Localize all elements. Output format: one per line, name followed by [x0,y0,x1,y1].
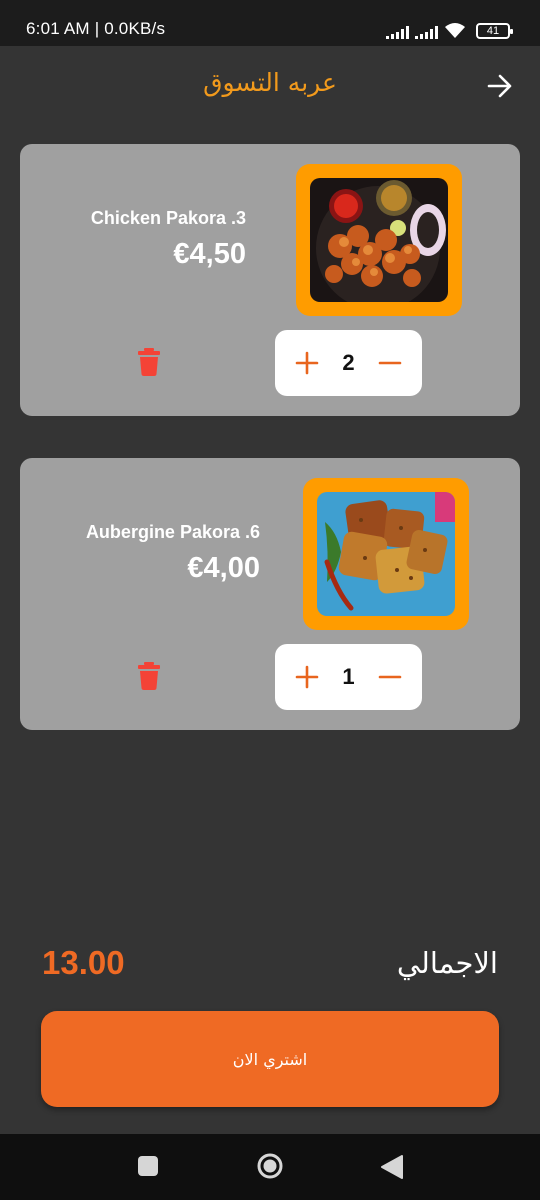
recent-apps-icon[interactable] [138,1156,158,1176]
cart-item-card: Chicken Pakora .3 €4,50 2 [20,144,520,416]
page-title: عربه التسوق [203,68,337,97]
decrease-quantity-button[interactable] [378,665,402,689]
quantity-stepper: 2 [275,330,422,396]
item-image-frame [303,478,469,630]
system-nav-bar [0,1134,540,1200]
increase-quantity-button[interactable] [295,665,319,689]
minus-icon [378,675,402,679]
quantity-value: 2 [342,350,355,375]
plus-icon [295,665,319,689]
back-triangle-icon[interactable] [380,1154,404,1180]
item-price: €4,50 [173,238,246,270]
total-label: الاجمالي [396,946,498,980]
decrease-quantity-button[interactable] [378,351,402,375]
quantity-stepper: 1 [275,644,422,710]
header: عربه التسوق [0,46,540,126]
status-bar: 6:01 AM | 0.0KB/s 41 [0,0,540,46]
battery-icon: 41 [476,23,513,39]
chicken-pakora-photo [310,178,448,302]
trash-icon[interactable] [138,662,160,690]
status-icons: 41 [386,19,513,39]
battery-level: 41 [486,25,500,37]
signal-icon [415,25,438,39]
item-name: Chicken Pakora .3 [90,208,246,228]
home-icon[interactable] [256,1152,284,1180]
buy-now-button[interactable]: اشتري الان [41,1011,499,1107]
item-image-frame [296,164,462,316]
increase-quantity-button[interactable] [295,351,319,375]
item-price: €4,00 [187,552,260,584]
aubergine-pakora-photo [317,492,455,616]
cart-item-card: Aubergine Pakora .6 €4,00 1 [20,458,520,730]
wifi-icon [445,23,465,38]
plus-icon [295,351,319,375]
total-value: 13.00 [42,944,125,981]
signal-icon [386,25,409,39]
arrow-right-icon[interactable] [486,72,514,100]
trash-icon[interactable] [138,348,160,376]
minus-icon [378,361,402,365]
item-name: Aubergine Pakora .6 [85,522,260,542]
status-time: 6:01 AM | 0.0KB/s [26,19,166,38]
quantity-value: 1 [342,664,355,689]
